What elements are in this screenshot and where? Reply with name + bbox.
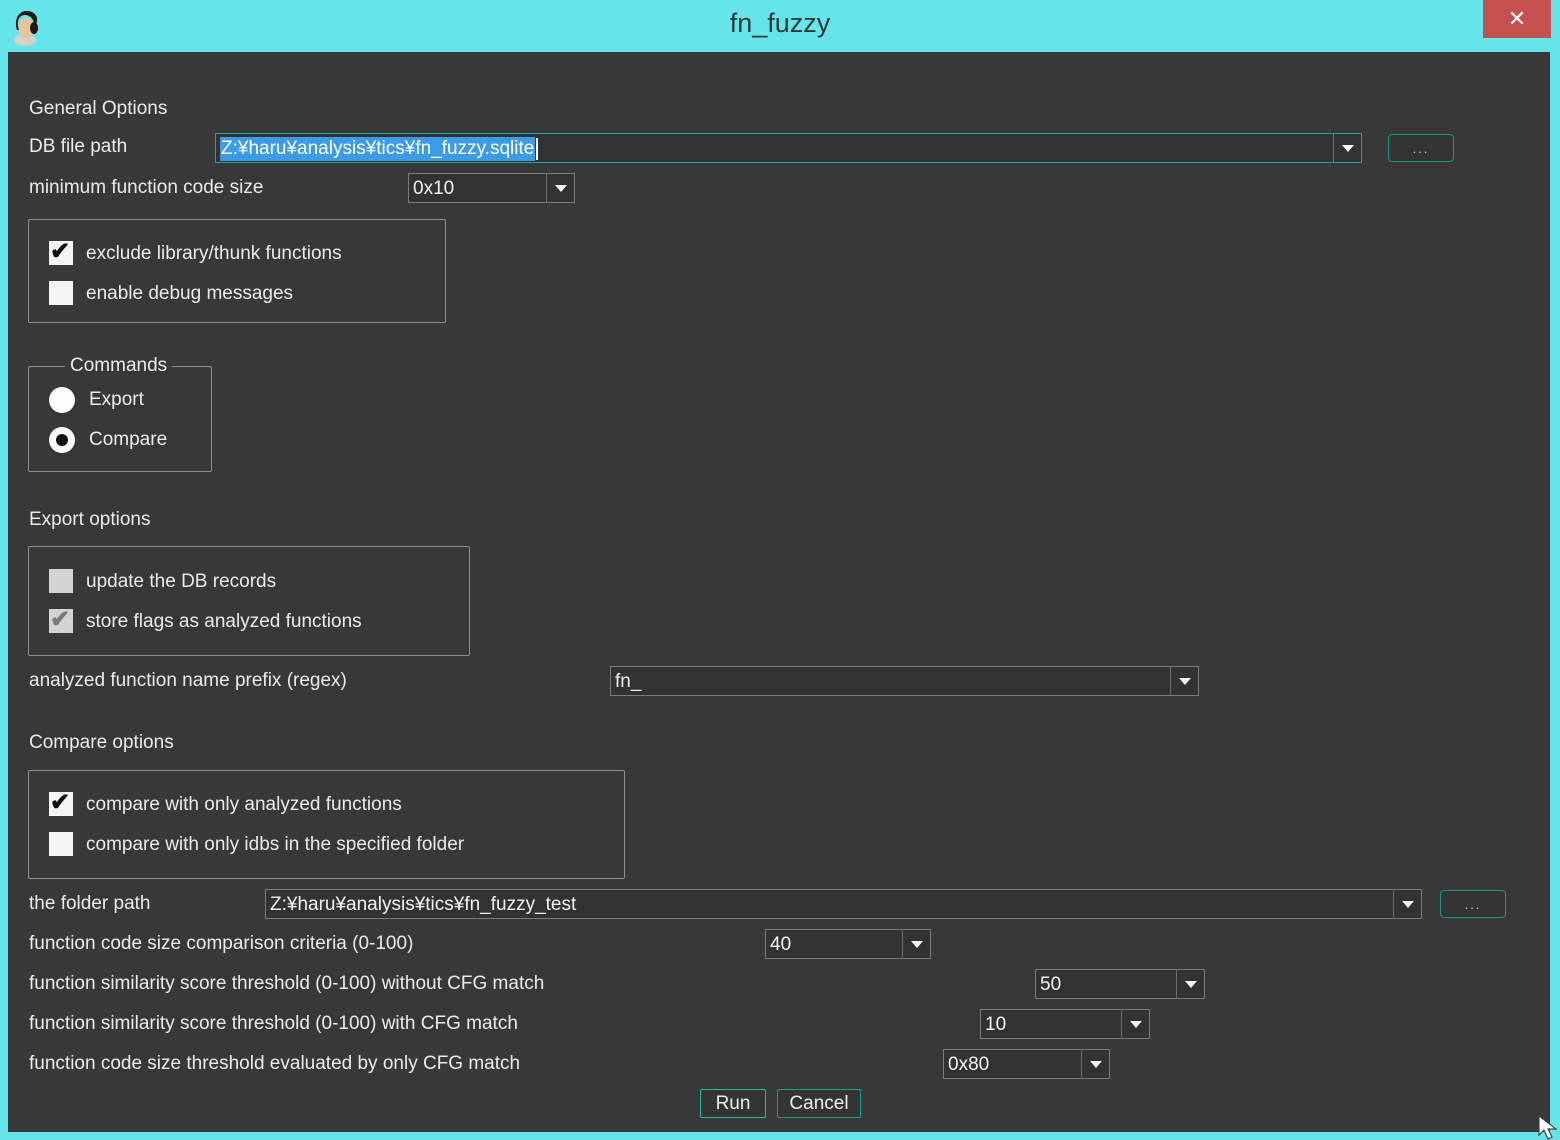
compare-idbs-folder-checkbox[interactable]: ✔ [49,832,73,856]
compare-options-group: ✔ compare with only analyzed functions ✔… [28,770,625,879]
similarity-without-cfg-label: function similarity score threshold (0-1… [29,973,544,995]
compare-radio[interactable] [49,427,75,453]
folder-path-combobox[interactable]: Z:¥haru¥analysis¥tics¥fn_fuzzy_test [265,889,1422,919]
compare-options-heading: Compare options [29,732,174,754]
update-db-records-checkbox: ✔ [49,569,73,593]
enable-debug-checkbox[interactable]: ✔ [49,281,73,305]
enable-debug-label: enable debug messages [86,283,293,305]
prefix-regex-label: analyzed function name prefix (regex) [29,670,347,692]
db-path-browse-button[interactable]: ... [1388,134,1454,162]
general-options-heading: General Options [29,98,167,120]
store-flags-checkbox: ✔ [49,609,73,633]
size-criteria-value[interactable]: 40 [766,930,902,958]
size-threshold-cfg-value[interactable]: 0x80 [944,1050,1081,1078]
update-db-records-label: update the DB records [86,571,276,593]
prefix-regex-value[interactable]: fn_ [611,667,1170,695]
chevron-down-icon[interactable] [1081,1050,1109,1078]
store-flags-label: store flags as analyzed functions [86,611,362,633]
fn-fuzzy-dialog: fn_fuzzy ✕ General Options DB file path … [0,0,1560,1140]
similarity-with-cfg-value[interactable]: 10 [981,1010,1121,1038]
cancel-button[interactable]: Cancel [777,1089,861,1118]
commands-group: Commands Export Compare [28,366,212,472]
folder-path-browse-button[interactable]: ... [1440,890,1506,918]
similarity-with-cfg-label: function similarity score threshold (0-1… [29,1013,518,1035]
close-button[interactable]: ✕ [1483,0,1551,38]
chevron-down-icon[interactable] [1176,970,1204,998]
size-criteria-combobox[interactable]: 40 [765,929,931,959]
min-function-size-value[interactable]: 0x10 [409,174,546,202]
compare-analyzed-label: compare with only analyzed functions [86,794,402,816]
run-button[interactable]: Run [700,1089,766,1118]
compare-radio-label: Compare [89,429,167,451]
min-function-size-label: minimum function code size [29,177,263,199]
dialog-body: General Options DB file path Z:¥haru¥ana… [8,52,1550,1132]
text-caret [536,138,538,160]
window-title: fn_fuzzy [0,8,1560,39]
similarity-with-cfg-combobox[interactable]: 10 [980,1009,1150,1039]
title-bar[interactable]: fn_fuzzy ✕ [0,0,1560,52]
db-file-path-combobox[interactable]: Z:¥haru¥analysis¥tics¥fn_fuzzy.sqlite [215,133,1362,163]
commands-legend: Commands [65,355,172,377]
export-radio-label: Export [89,389,144,411]
chevron-down-icon[interactable] [1121,1010,1149,1038]
close-icon: ✕ [1508,6,1526,32]
chevron-down-icon[interactable] [1333,134,1361,162]
exclude-library-checkbox[interactable]: ✔ [49,241,73,265]
chevron-down-icon[interactable] [1393,890,1421,918]
similarity-without-cfg-combobox[interactable]: 50 [1035,969,1205,999]
db-file-path-value[interactable]: Z:¥haru¥analysis¥tics¥fn_fuzzy.sqlite [216,134,1333,162]
export-radio[interactable] [49,387,75,413]
exclude-library-label: exclude library/thunk functions [86,243,342,265]
prefix-regex-combobox[interactable]: fn_ [610,666,1199,696]
chevron-down-icon[interactable] [902,930,930,958]
folder-path-value[interactable]: Z:¥haru¥analysis¥tics¥fn_fuzzy_test [266,890,1393,918]
size-threshold-cfg-combobox[interactable]: 0x80 [943,1049,1110,1079]
size-threshold-cfg-label: function code size threshold evaluated b… [29,1053,520,1075]
db-file-path-label: DB file path [29,136,127,158]
mouse-cursor [1536,1114,1560,1140]
chevron-down-icon[interactable] [546,174,574,202]
similarity-without-cfg-value[interactable]: 50 [1036,970,1176,998]
min-function-size-combobox[interactable]: 0x10 [408,173,575,203]
chevron-down-icon[interactable] [1170,667,1198,695]
compare-analyzed-checkbox[interactable]: ✔ [49,792,73,816]
general-checkbox-group: ✔ exclude library/thunk functions ✔ enab… [28,219,446,323]
export-options-group: ✔ update the DB records ✔ store flags as… [28,546,470,656]
export-options-heading: Export options [29,509,150,531]
size-criteria-label: function code size comparison criteria (… [29,933,413,955]
folder-path-label: the folder path [29,893,150,915]
compare-idbs-folder-label: compare with only idbs in the specified … [86,834,464,856]
